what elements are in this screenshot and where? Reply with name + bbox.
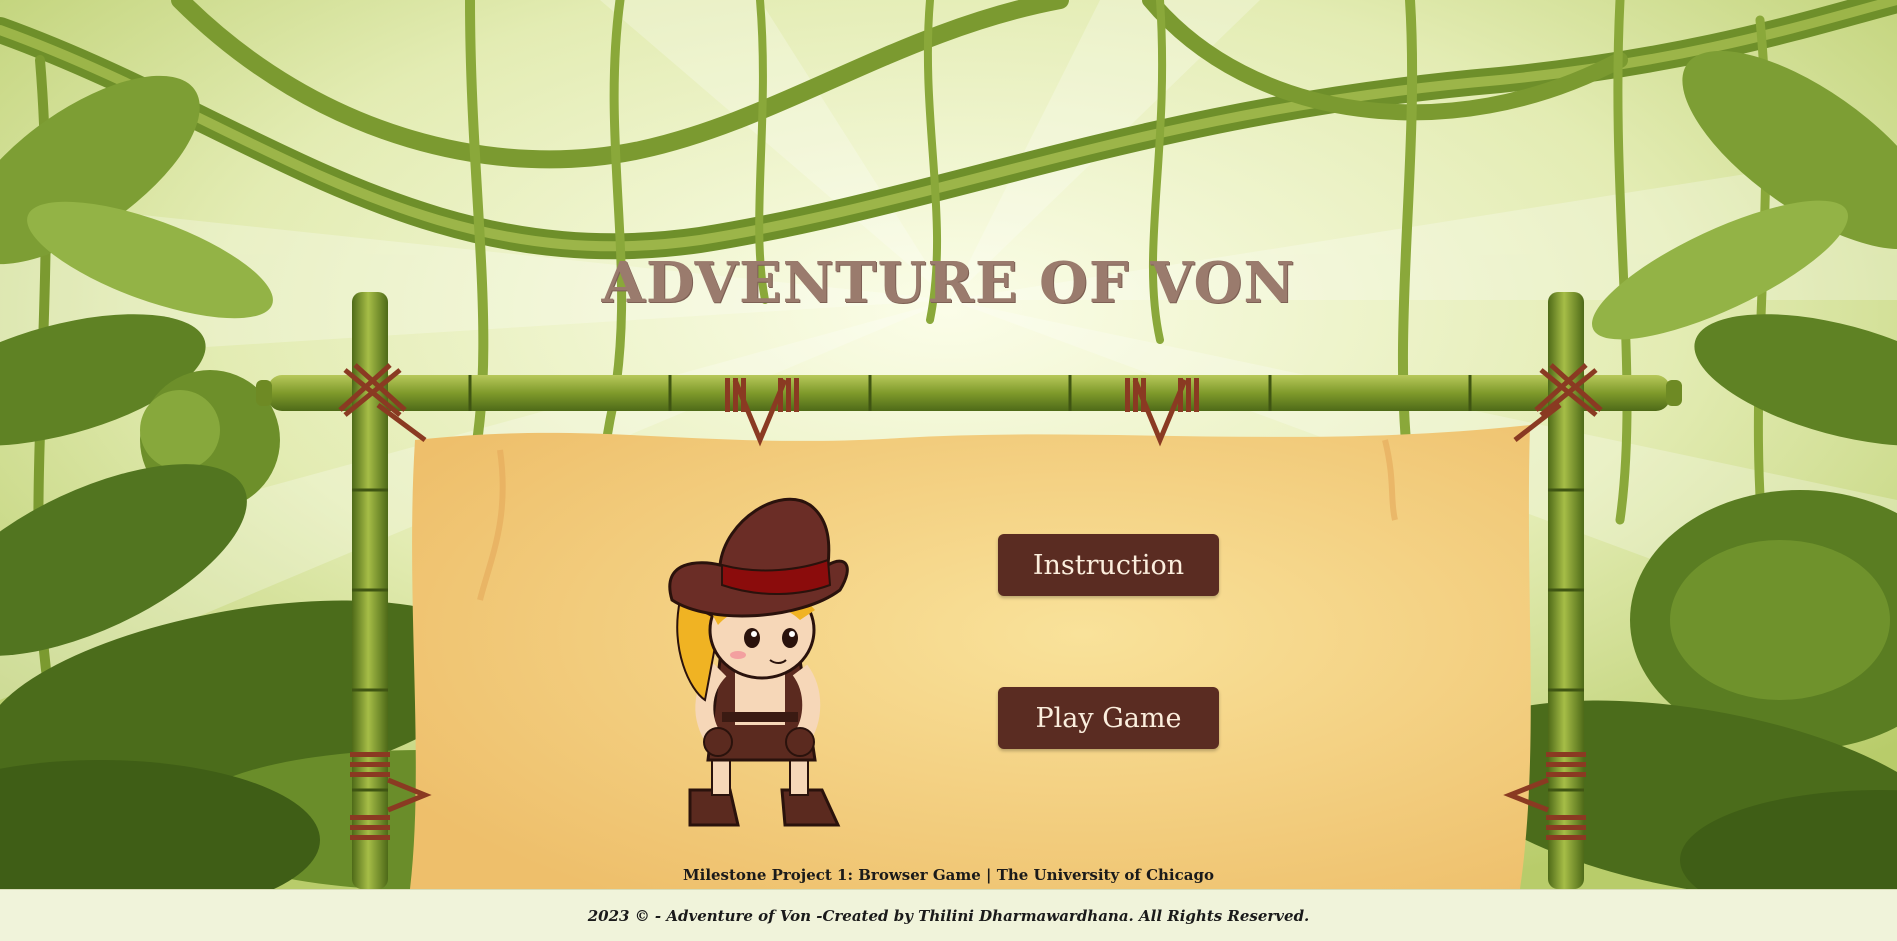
parchment-banner xyxy=(410,425,1531,889)
jungle-background xyxy=(0,0,1897,889)
instruction-button[interactable]: Instruction xyxy=(998,534,1219,596)
footer-copyright: 2023 © - Adventure of Von -Created by Th… xyxy=(587,906,1310,925)
game-title: ADVENTURE OF VON xyxy=(601,250,1296,316)
play-game-button[interactable]: Play Game xyxy=(998,687,1219,749)
footer: 2023 © - Adventure of Von -Created by Th… xyxy=(0,889,1897,941)
project-credit: Milestone Project 1: Browser Game | The … xyxy=(683,866,1214,884)
